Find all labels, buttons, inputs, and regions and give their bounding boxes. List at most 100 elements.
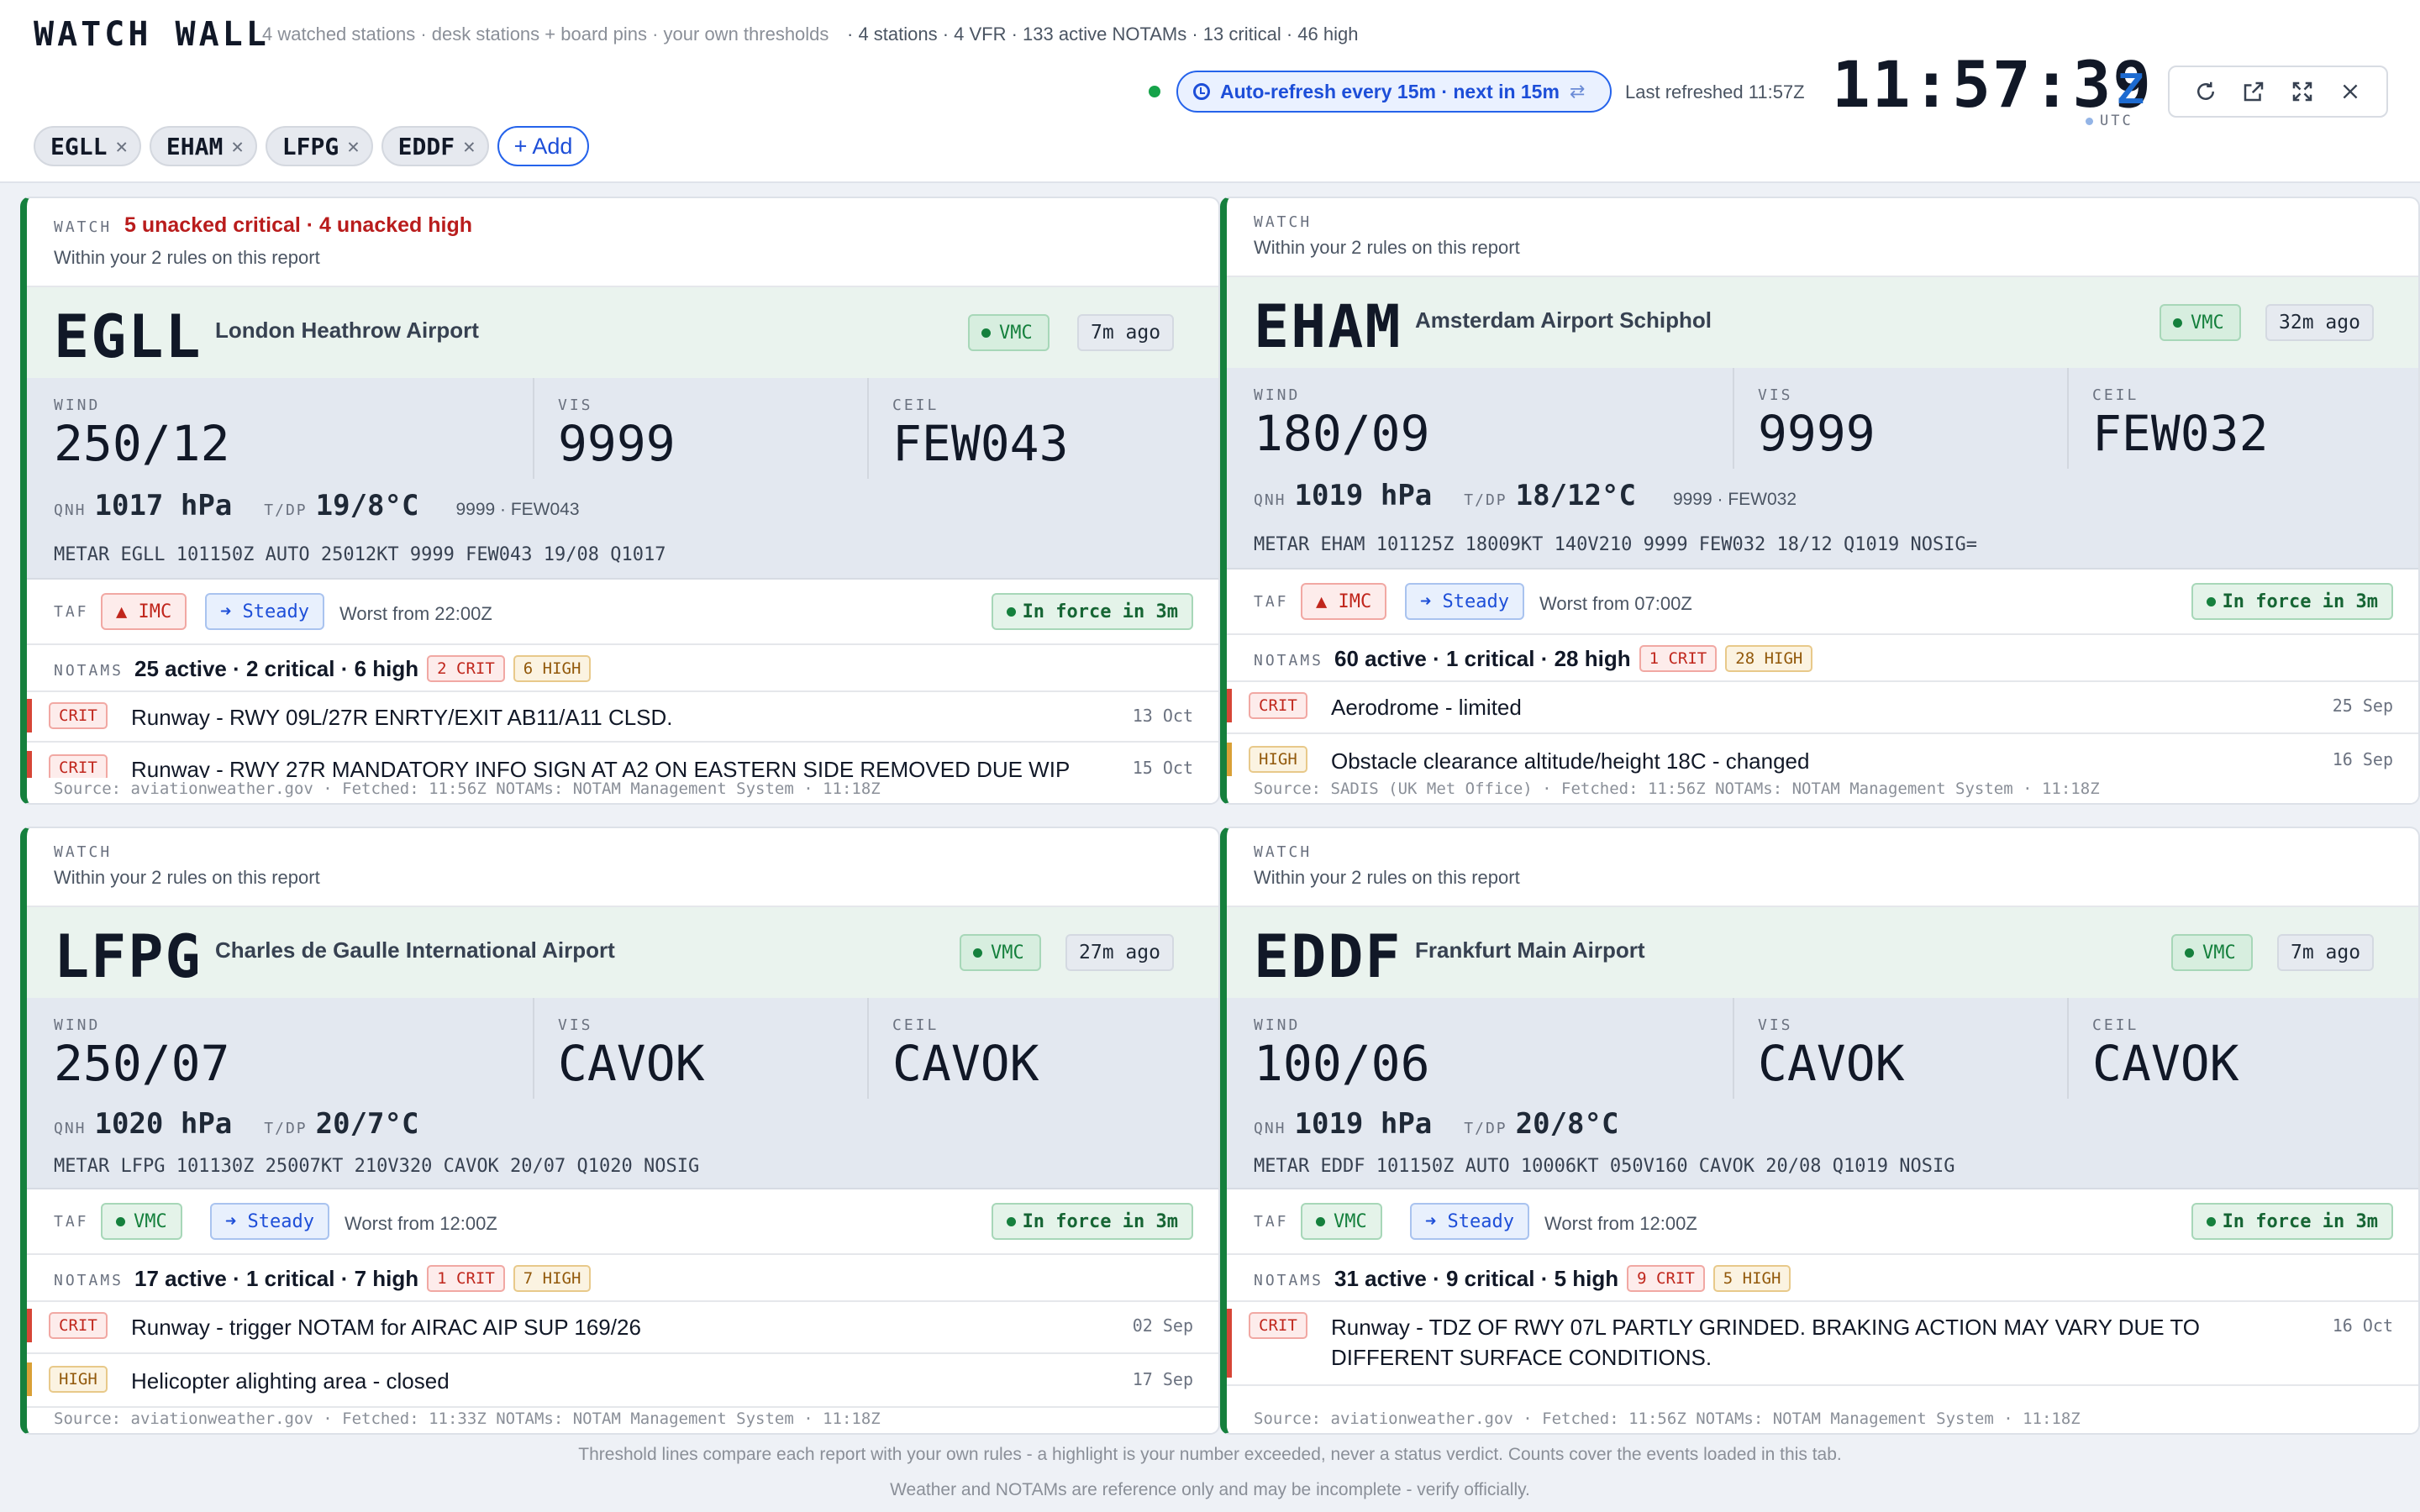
source-line: Source: aviationweather.gov · Fetched: 1… [27, 778, 1218, 803]
notam-item[interactable]: CRIT Runway - TDZ OF RWY 07L PARTLY GRIN… [1227, 1302, 2418, 1386]
station-chip[interactable]: EGLL ✕ [34, 126, 141, 166]
station-ident: EDDF Frankfurt Main Airport VMC 7m ago [1227, 907, 2418, 998]
chip-label: EHAM [166, 132, 224, 160]
station-ident: EGLL London Heathrow Airport VMC 7m ago [27, 287, 1218, 378]
source-line: Source: SADIS (UK Met Office) · Fetched:… [1227, 778, 2418, 803]
taf-category-label: VMC [1334, 1210, 1367, 1232]
report-age-badge: 7m ago [2277, 934, 2375, 971]
airport-name: London Heathrow Airport [215, 318, 479, 343]
crit-count-tag: 1 CRIT [1639, 645, 1718, 672]
taf-section: TAF VMC ➜ Steady Worst from 12:00Z In fo… [1227, 1189, 2418, 1255]
in-force-badge: In force in 3m [991, 593, 1193, 630]
taf-label: TAF [1254, 593, 1289, 611]
vis-ceil-summary: 9999 · FEW032 [1672, 490, 1797, 509]
chip-label: EDDF [397, 132, 455, 160]
severity-bar [1227, 743, 1232, 776]
open-external-button[interactable] [2237, 75, 2270, 108]
clock-icon [1193, 83, 1210, 100]
notam-summary-row[interactable]: NOTAMS 60 active · 1 critical · 28 high … [1227, 635, 2418, 682]
severity-bar [27, 1309, 32, 1342]
remove-icon[interactable]: ✕ [463, 134, 475, 158]
notam-item[interactable]: CRIT Runway - RWY 09L/27R ENRTY/EXIT AB1… [27, 692, 1218, 743]
vis-value: CAVOK [558, 1035, 705, 1092]
severity-tag: CRIT [49, 702, 108, 729]
notam-date: 25 Sep [2332, 696, 2393, 716]
raw-metar: METAR EDDF 101150Z AUTO 10006KT 050V160 … [1254, 1156, 1955, 1177]
in-force-label: In force in 3m [1022, 1210, 1178, 1232]
watch-rules: Within your 2 rules on this report [54, 867, 320, 888]
qnh-value: 1019 hPa [1294, 479, 1433, 512]
vis-label: VIS [1758, 386, 1793, 404]
status-dot [2206, 596, 2216, 606]
flight-category-badge: VMC [2160, 304, 2241, 341]
notam-summary: 31 active · 9 critical · 5 high 9 CRIT 5… [1334, 1265, 1791, 1292]
header: WATCH WALL 4 watched stations · desk sta… [0, 0, 2420, 183]
high-count-tag: 5 HIGH [1712, 1265, 1791, 1292]
qnh-value: 1017 hPa [94, 489, 233, 522]
close-button[interactable] [2333, 75, 2367, 108]
notam-date: 17 Sep [1132, 1369, 1193, 1389]
severity-tag: HIGH [1249, 746, 1307, 773]
taf-category-badge: VMC [1301, 1203, 1382, 1240]
flight-category-badge: VMC [968, 314, 1050, 351]
divider [1733, 998, 1734, 1099]
airport-name: Charles de Gaulle International Airport [215, 937, 615, 963]
severity-tag: CRIT [49, 1312, 108, 1339]
watch-section: WATCH Within your 2 rules on this report [1227, 198, 2418, 277]
vis-value: 9999 [558, 415, 676, 472]
refresh-button[interactable] [2189, 75, 2223, 108]
taf-worst: Worst from 07:00Z [1539, 593, 1692, 614]
raw-metar: METAR LFPG 101130Z 25007KT 210V320 CAVOK… [54, 1156, 700, 1177]
remove-icon[interactable]: ✕ [347, 134, 359, 158]
notam-summary-row[interactable]: NOTAMS 31 active · 9 critical · 5 high 9… [1227, 1255, 2418, 1302]
notam-date: 16 Oct [2332, 1315, 2393, 1336]
tdp-value: 19/8°C [315, 489, 419, 522]
in-force-label: In force in 3m [2222, 591, 2378, 612]
notam-item[interactable]: CRIT Runway - trigger NOTAM for AIRAC AI… [27, 1302, 1218, 1354]
source-line: Source: aviationweather.gov · Fetched: 1… [27, 1408, 1218, 1433]
status-dot [2173, 318, 2182, 328]
notams-label: NOTAMS [54, 1272, 124, 1289]
remove-icon[interactable]: ✕ [231, 134, 243, 158]
chip-label: EGLL [50, 132, 108, 160]
taf-label: TAF [54, 603, 89, 621]
taf-worst: Worst from 22:00Z [339, 603, 492, 624]
status-dot [116, 1216, 125, 1226]
watch-alert[interactable]: 5 unacked critical · 4 unacked high [124, 213, 472, 238]
notam-text: Runway - TDZ OF RWY 07L PARTLY GRINDED. … [1331, 1315, 2201, 1370]
notam-item[interactable]: HIGH Helicopter alighting area - closed … [27, 1356, 1218, 1408]
taf-trend-badge: ➜ Steady [205, 593, 324, 630]
flight-category-badge: VMC [2171, 934, 2253, 971]
ceil-value: CAVOK [2092, 1035, 2239, 1092]
header-subtitle: 4 watched stations · desk stations + boa… [262, 24, 829, 45]
auto-refresh-toggle[interactable]: Auto-refresh every 15m · next in 15m ⇄ [1176, 71, 1612, 113]
status-dot [1006, 606, 1016, 617]
notam-summary-row[interactable]: NOTAMS 17 active · 1 critical · 7 high 1… [27, 1255, 1218, 1302]
severity-bar [1227, 689, 1232, 722]
station-chip[interactable]: EHAM ✕ [149, 126, 257, 166]
taf-category-badge: ▲ IMC [101, 593, 187, 630]
wind-label: WIND [1254, 386, 1301, 404]
fullscreen-icon [2292, 81, 2312, 102]
wind-value: 250/12 [54, 415, 230, 472]
remove-icon[interactable]: ✕ [115, 134, 127, 158]
station-chip[interactable]: EDDF ✕ [381, 126, 489, 166]
notam-item[interactable]: CRIT Aerodrome - limited 25 Sep [1227, 682, 2418, 734]
status-dot [2206, 1216, 2216, 1226]
tdp-value: 18/12°C [1515, 479, 1636, 512]
crit-count-tag: 2 CRIT [427, 655, 505, 682]
ceil-label: CEIL [2092, 1016, 2139, 1034]
station-ident: LFPG Charles de Gaulle International Air… [27, 907, 1218, 998]
watch-label: WATCH [54, 218, 113, 236]
notam-counts: 60 active · 1 critical · 28 high [1334, 645, 1631, 671]
station-chip[interactable]: LFPG ✕ [265, 126, 373, 166]
notam-summary-row[interactable]: NOTAMS 25 active · 2 critical · 6 high 2… [27, 645, 1218, 692]
fullscreen-button[interactable] [2286, 75, 2319, 108]
utc-dot [2086, 117, 2093, 125]
divider [867, 998, 869, 1099]
in-force-badge: In force in 3m [2191, 583, 2393, 620]
metar-section: WIND 180/09 VIS 9999 CEIL FEW032 QNH 101… [1227, 368, 2418, 570]
qnh-label: QNH [1254, 491, 1286, 509]
add-station-button[interactable]: + Add [497, 126, 590, 166]
taf-section: TAF ▲ IMC ➜ Steady Worst from 07:00Z In … [1227, 570, 2418, 635]
